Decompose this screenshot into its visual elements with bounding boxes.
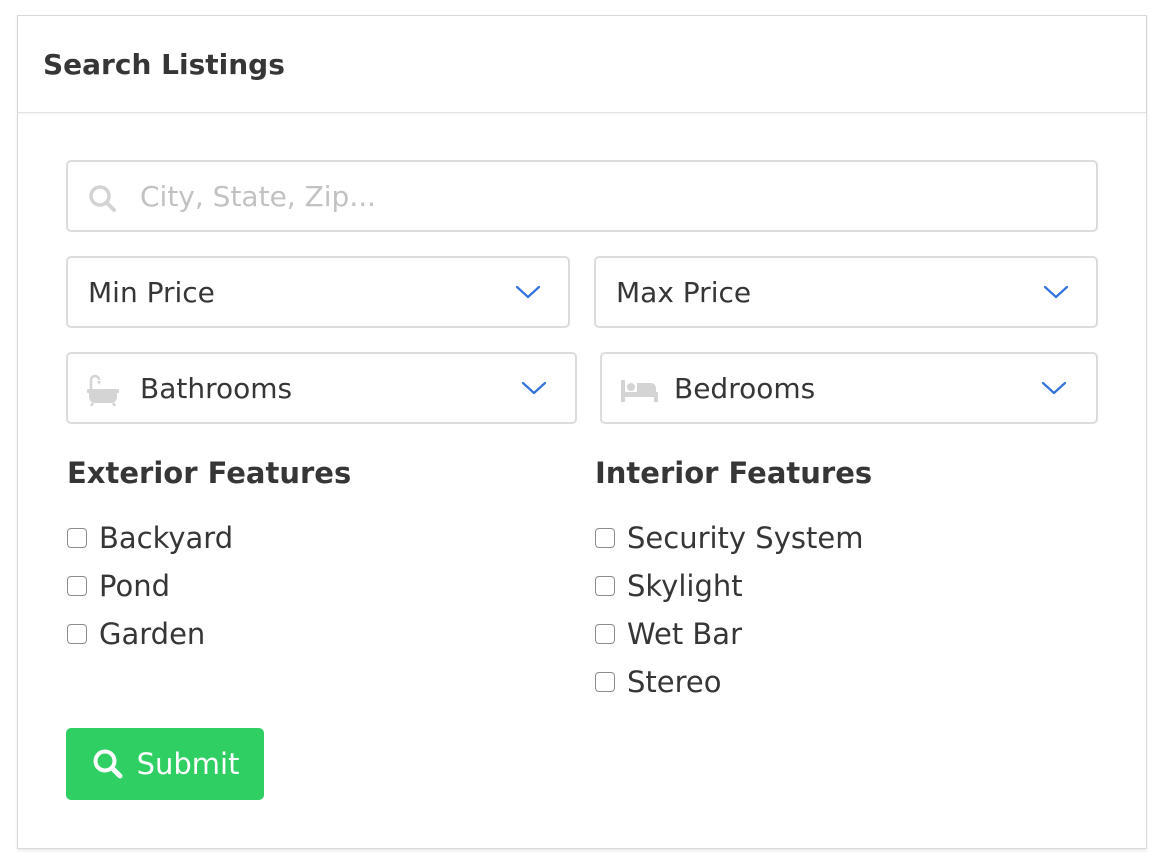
submit-label: Submit xyxy=(136,747,240,781)
checkbox[interactable] xyxy=(595,672,615,692)
checkbox[interactable] xyxy=(67,624,87,644)
bedrooms-label: Bedrooms xyxy=(674,372,816,405)
exterior-features-heading: Exterior Features xyxy=(67,456,352,490)
bed-icon xyxy=(620,374,658,406)
checkbox-skylight[interactable]: Skylight xyxy=(595,566,743,606)
search-icon xyxy=(91,747,125,781)
checkbox-stereo[interactable]: Stereo xyxy=(595,662,722,702)
checkbox-label: Pond xyxy=(99,569,170,603)
checkbox-label: Garden xyxy=(99,617,206,651)
search-input[interactable] xyxy=(140,162,1080,230)
chevron-down-icon xyxy=(1040,378,1068,398)
search-icon xyxy=(88,184,118,214)
checkbox-garden[interactable]: Garden xyxy=(67,614,205,654)
search-listings-card: Search Listings Min Price Max Price xyxy=(17,15,1147,849)
checkbox-label: Stereo xyxy=(627,665,722,699)
checkbox-label: Skylight xyxy=(627,569,743,603)
checkbox-backyard[interactable]: Backyard xyxy=(67,518,233,558)
checkbox[interactable] xyxy=(67,528,87,548)
submit-button[interactable]: Submit xyxy=(66,728,264,800)
checkbox[interactable] xyxy=(595,528,615,548)
interior-features-heading: Interior Features xyxy=(595,456,873,490)
chevron-down-icon xyxy=(1042,282,1070,302)
search-field[interactable] xyxy=(66,160,1098,232)
checkbox-label: Security System xyxy=(627,521,864,555)
checkbox[interactable] xyxy=(595,624,615,644)
checkbox-security-system[interactable]: Security System xyxy=(595,518,863,558)
max-price-label: Max Price xyxy=(616,276,752,309)
checkbox-label: Wet Bar xyxy=(627,617,742,651)
bathtub-icon xyxy=(86,374,120,407)
max-price-select[interactable]: Max Price xyxy=(594,256,1098,328)
card-header: Search Listings xyxy=(18,16,1146,113)
checkbox[interactable] xyxy=(595,576,615,596)
checkbox-pond[interactable]: Pond xyxy=(67,566,170,606)
checkbox[interactable] xyxy=(67,576,87,596)
bathrooms-select[interactable]: Bathrooms xyxy=(66,352,577,424)
chevron-down-icon xyxy=(520,378,548,398)
bathrooms-label: Bathrooms xyxy=(140,372,293,405)
checkbox-label: Backyard xyxy=(99,521,234,555)
chevron-down-icon xyxy=(514,282,542,302)
card-title: Search Listings xyxy=(43,47,285,81)
min-price-select[interactable]: Min Price xyxy=(66,256,570,328)
checkbox-wet-bar[interactable]: Wet Bar xyxy=(595,614,742,654)
bedrooms-select[interactable]: Bedrooms xyxy=(600,352,1098,424)
min-price-label: Min Price xyxy=(88,276,215,309)
